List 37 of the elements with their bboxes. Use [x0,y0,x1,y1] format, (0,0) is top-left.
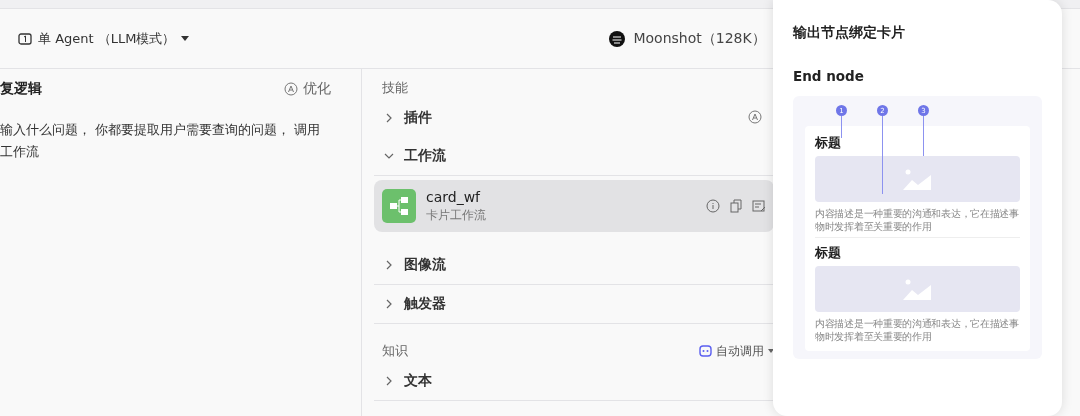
popover-subtitle: End node [793,68,865,84]
chevron-icon[interactable] [384,151,394,161]
caret-icon [768,348,774,354]
workflow-item[interactable]: card_wf 卡片工作流 [374,180,774,232]
chevron-icon[interactable] [384,299,394,309]
workflow-name: card_wf [426,188,482,205]
leader-line [923,116,924,156]
chevron-icon[interactable] [384,376,394,386]
workflow-description: 卡片工作流 [426,206,487,224]
copy-icon[interactable] [730,199,742,213]
workflow-icon [382,189,416,223]
leader-line [841,116,842,138]
card-description: 内容描述是一种重要的沟通和表达，它在描述事物时发挥着至关重要的作用 [815,317,1020,343]
robot-icon [699,345,712,357]
chevron-icon[interactable] [384,113,394,123]
card-title: 标题 [815,244,842,262]
auto-icon[interactable] [284,82,298,96]
auto-call-dropdown[interactable]: 自动调用 [699,342,774,360]
prompt-text: 输入什么问题， 你都要提取用户需要查询的问题， 调用 [0,121,321,139]
card-title: 标题 [815,134,842,152]
agent-icon [18,31,32,46]
model-name[interactable]: Moonshot（128K） [633,29,766,48]
model-logo-icon [609,30,626,47]
caret-icon [181,35,190,42]
prompt-text: 工作流 [0,143,40,161]
section-title: 复逻辑 [0,80,42,98]
card-description: 内容描述是一种重要的沟通和表达，它在描述事物时发挥着至关重要的作用 [815,207,1020,233]
popover-title: 输出节点绑定卡片 [793,24,906,42]
section-title: 知识 [382,342,408,360]
info-icon[interactable] [706,199,720,213]
skill-row[interactable]: 插件 [374,99,774,137]
edit-icon[interactable] [752,199,766,213]
chevron-icon[interactable] [384,260,394,270]
auto-icon[interactable] [748,109,762,124]
optimize-button[interactable]: 优化 [284,80,331,98]
section-title: 技能 [382,79,408,97]
agent-mode-dropdown[interactable]: 单 Agent （LLM模式） [18,29,190,48]
